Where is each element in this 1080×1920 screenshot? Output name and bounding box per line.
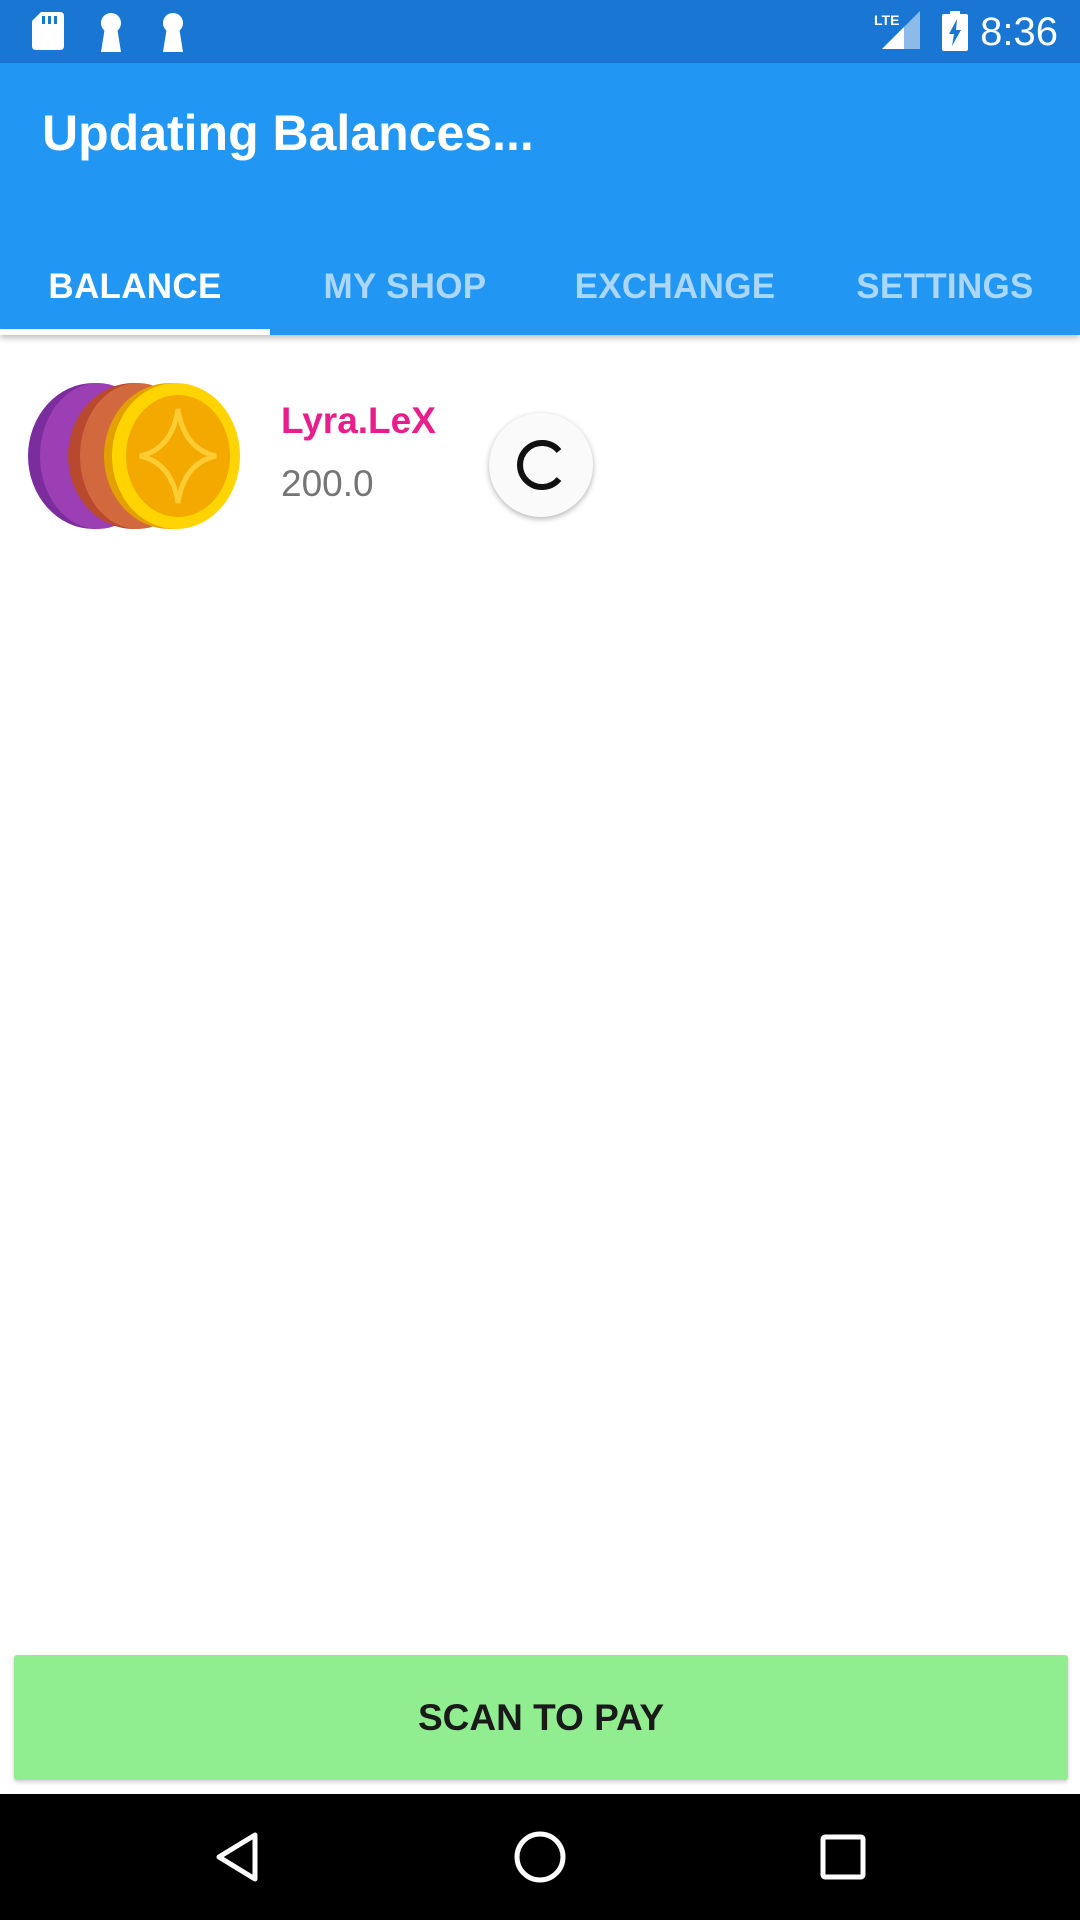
keyhole-icon — [101, 13, 121, 52]
keyhole-icon — [163, 13, 183, 52]
recents-icon — [820, 1834, 866, 1880]
recents-button[interactable] — [763, 1794, 923, 1920]
tab-settings[interactable]: SETTINGS — [810, 239, 1080, 335]
back-icon — [216, 1832, 258, 1882]
tab-label: BALANCE — [48, 267, 222, 306]
tab-bar: BALANCE MY SHOP EXCHANGE SETTINGS — [0, 239, 1080, 335]
coin-name: Lyra.LeX — [281, 400, 436, 441]
lte-signal-icon: LTE — [874, 11, 920, 49]
tab-label: EXCHANGE — [574, 267, 776, 306]
page-title: Updating Balances... — [42, 105, 534, 161]
loading-spinner-icon — [517, 440, 562, 490]
status-bar: LTE 8:36 — [0, 0, 1080, 63]
home-icon — [514, 1831, 566, 1883]
home-button[interactable] — [460, 1794, 620, 1920]
back-button[interactable] — [157, 1794, 317, 1920]
tab-exchange[interactable]: EXCHANGE — [540, 239, 810, 335]
loading-spinner — [489, 413, 593, 517]
battery-charging-icon — [942, 11, 968, 51]
sd-card-icon — [32, 12, 64, 50]
coin-amount: 200.0 — [281, 463, 374, 504]
tab-balance[interactable]: BALANCE — [0, 239, 270, 335]
coin-stack-icon — [28, 383, 240, 529]
scan-to-pay-button[interactable]: SCAN TO PAY — [14, 1655, 1068, 1780]
navigation-bar — [0, 1794, 1080, 1920]
tab-label: SETTINGS — [856, 267, 1034, 306]
status-time: 8:36 — [980, 10, 1058, 54]
app-bar: Updating Balances... BALANCE MY SHOP EXC… — [0, 63, 1080, 335]
tab-label: MY SHOP — [323, 267, 487, 306]
list-item[interactable]: Lyra.LeX 200.0 — [0, 335, 1080, 565]
app-screen: LTE 8:36 Updating Balances... BALANCE MY… — [0, 0, 1080, 1920]
network-label: LTE — [874, 12, 899, 28]
tab-my-shop[interactable]: MY SHOP — [270, 239, 540, 335]
scan-to-pay-label: SCAN TO PAY — [417, 1696, 665, 1738]
